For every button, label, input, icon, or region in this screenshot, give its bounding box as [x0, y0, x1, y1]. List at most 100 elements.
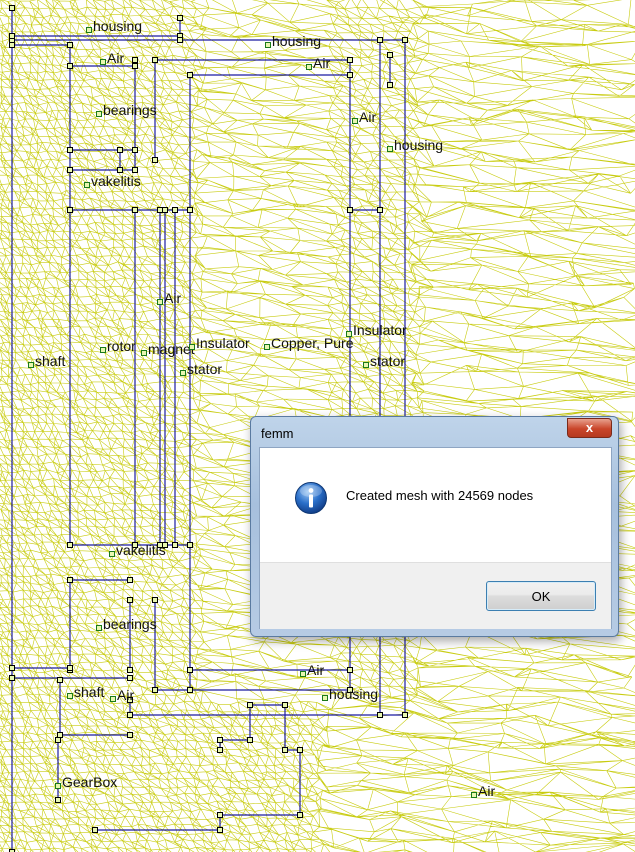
- dialog-title: femm: [261, 426, 294, 441]
- geometry-node: [127, 675, 133, 681]
- message-dialog: femm x Created mesh with 24569 nodes OK: [250, 416, 619, 637]
- geometry-node: [217, 827, 223, 833]
- geometry-node: [67, 542, 73, 548]
- label-shaft-1[interactable]: shaft: [28, 353, 65, 369]
- label-gearbox[interactable]: GearBox: [55, 774, 117, 790]
- geometry-node: [297, 812, 303, 818]
- label-air-5[interactable]: Air: [300, 662, 324, 678]
- geometry-node: [55, 737, 61, 743]
- dialog-footer: OK: [260, 562, 611, 629]
- geometry-node: [217, 747, 223, 753]
- geometry-node: [117, 147, 123, 153]
- geometry-node: [187, 687, 193, 693]
- geometry-node: [217, 812, 223, 818]
- geometry-node: [187, 207, 193, 213]
- label-housing-4[interactable]: housing: [322, 686, 378, 702]
- geometry-node: [387, 52, 393, 58]
- label-bearings-1[interactable]: bearings: [96, 102, 157, 118]
- label-shaft-2[interactable]: shaft: [67, 684, 104, 700]
- geometry-node: [152, 57, 158, 63]
- geometry-node: [162, 207, 168, 213]
- geometry-node: [377, 712, 383, 718]
- geometry-node: [297, 747, 303, 753]
- geometry-node: [152, 597, 158, 603]
- label-air-4[interactable]: Air: [157, 290, 181, 306]
- label-air-3[interactable]: Air: [352, 109, 376, 125]
- geometry-node: [187, 667, 193, 673]
- label-stator-2[interactable]: stator: [363, 353, 405, 369]
- geometry-node: [187, 72, 193, 78]
- geometry-node: [377, 207, 383, 213]
- geometry-node: [127, 577, 133, 583]
- geometry-node: [132, 207, 138, 213]
- geometry-node: [187, 542, 193, 548]
- geometry-node: [127, 667, 133, 673]
- label-housing-3[interactable]: housing: [387, 137, 443, 153]
- dialog-message: Created mesh with 24569 nodes: [346, 488, 534, 503]
- close-button[interactable]: x: [567, 418, 612, 438]
- geometry-node: [172, 542, 178, 548]
- geometry-node: [55, 797, 61, 803]
- info-icon: [295, 482, 327, 514]
- label-air-7[interactable]: Air: [471, 783, 495, 799]
- geometry-node: [117, 167, 123, 173]
- label-stator-1[interactable]: stator: [180, 361, 222, 377]
- label-housing-2[interactable]: housing: [265, 33, 321, 49]
- label-air-1[interactable]: Air: [100, 50, 124, 66]
- label-vakelitis-1[interactable]: vakelitis: [84, 173, 141, 189]
- geometry-node: [377, 37, 383, 43]
- geometry-node: [57, 732, 63, 738]
- geometry-node: [177, 15, 183, 21]
- geometry-node: [217, 737, 223, 743]
- dialog-message-area: Created mesh with 24569 nodes: [260, 448, 611, 562]
- geometry-node: [347, 57, 353, 63]
- geometry-node: [152, 687, 158, 693]
- geometry-node: [132, 167, 138, 173]
- label-magnet[interactable]: magnet: [141, 341, 195, 357]
- geometry-node: [9, 5, 15, 11]
- dialog-body: Created mesh with 24569 nodes OK: [259, 447, 612, 629]
- geometry-node: [67, 167, 73, 173]
- geometry-node: [247, 702, 253, 708]
- geometry-node: [67, 207, 73, 213]
- label-rotor[interactable]: rotor: [100, 338, 136, 354]
- geometry-node: [132, 147, 138, 153]
- label-insulator-1[interactable]: Insulator: [346, 322, 407, 338]
- geometry-node: [92, 827, 98, 833]
- geometry-node: [67, 665, 73, 671]
- geometry-node: [9, 675, 15, 681]
- geometry-node: [152, 157, 158, 163]
- geometry-node: [67, 42, 73, 48]
- geometry-node: [127, 597, 133, 603]
- label-insulator-2[interactable]: Insulator: [189, 335, 250, 351]
- label-copper[interactable]: Copper, Pure: [264, 335, 354, 351]
- geometry-node: [282, 702, 288, 708]
- geometry-node: [9, 42, 15, 48]
- geometry-node: [402, 37, 408, 43]
- geometry-node: [9, 665, 15, 671]
- geometry-node: [402, 712, 408, 718]
- geometry-node: [9, 33, 15, 39]
- geometry-node: [387, 82, 393, 88]
- geometry-node: [127, 732, 133, 738]
- geometry-node: [127, 712, 133, 718]
- geometry-node: [247, 737, 253, 743]
- geometry-node: [57, 677, 63, 683]
- geometry-node: [347, 667, 353, 673]
- geometry-node: [177, 37, 183, 43]
- geometry-node: [67, 577, 73, 583]
- ok-button[interactable]: OK: [486, 581, 596, 611]
- geometry-node: [347, 72, 353, 78]
- geometry-node: [157, 207, 163, 213]
- label-bearings-2[interactable]: bearings: [96, 616, 157, 632]
- label-vakelitis-2[interactable]: vakelitis: [109, 542, 166, 558]
- geometry-node: [132, 63, 138, 69]
- geometry-node: [132, 57, 138, 63]
- geometry-node: [347, 207, 353, 213]
- geometry-node: [67, 63, 73, 69]
- label-air-2[interactable]: Air: [306, 55, 330, 71]
- label-housing-1[interactable]: housing: [86, 18, 142, 34]
- geometry-node: [282, 747, 288, 753]
- label-air-6[interactable]: Air: [110, 687, 134, 703]
- geometry-node: [172, 207, 178, 213]
